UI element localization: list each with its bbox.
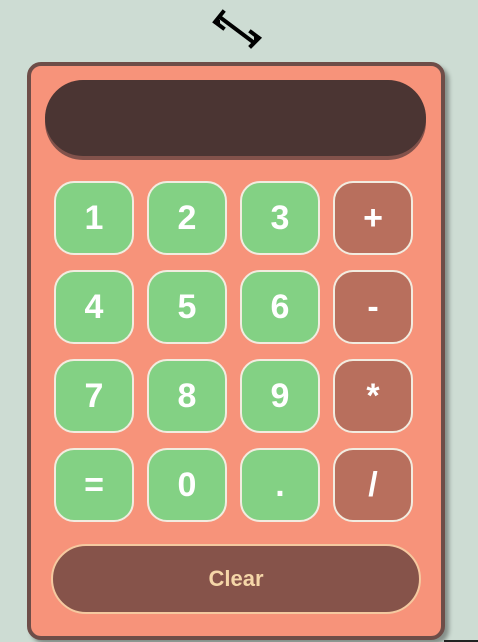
key-minus-button[interactable]: - — [333, 270, 413, 344]
key-9-button[interactable]: 9 — [240, 359, 320, 433]
display-screen — [45, 80, 426, 156]
code-arrows-icon — [212, 9, 263, 49]
key-3-button[interactable]: 3 — [240, 181, 320, 255]
clear-button[interactable]: Clear — [51, 544, 421, 614]
key-multiply-button[interactable]: * — [333, 359, 413, 433]
key-6-button[interactable]: 6 — [240, 270, 320, 344]
key-4-button[interactable]: 4 — [54, 270, 134, 344]
key-8-button[interactable]: 8 — [147, 359, 227, 433]
keypad: 1 2 3 +4 5 6- 7 8 9 * = 0. / — [54, 181, 422, 527]
key-plus-button[interactable]: + — [333, 181, 413, 255]
key-decimal-button[interactable]: . — [240, 448, 320, 522]
key-7-button[interactable]: 7 — [54, 359, 134, 433]
calculator: 1 2 3 +4 5 6- 7 8 9 * = 0. / Clear — [27, 62, 445, 640]
key-equals-button[interactable]: = — [54, 448, 134, 522]
key-2-button[interactable]: 2 — [147, 181, 227, 255]
key-0-button[interactable]: 0 — [147, 448, 227, 522]
key-1-button[interactable]: 1 — [54, 181, 134, 255]
key-5-button[interactable]: 5 — [147, 270, 227, 344]
key-divide-button[interactable]: / — [333, 448, 413, 522]
